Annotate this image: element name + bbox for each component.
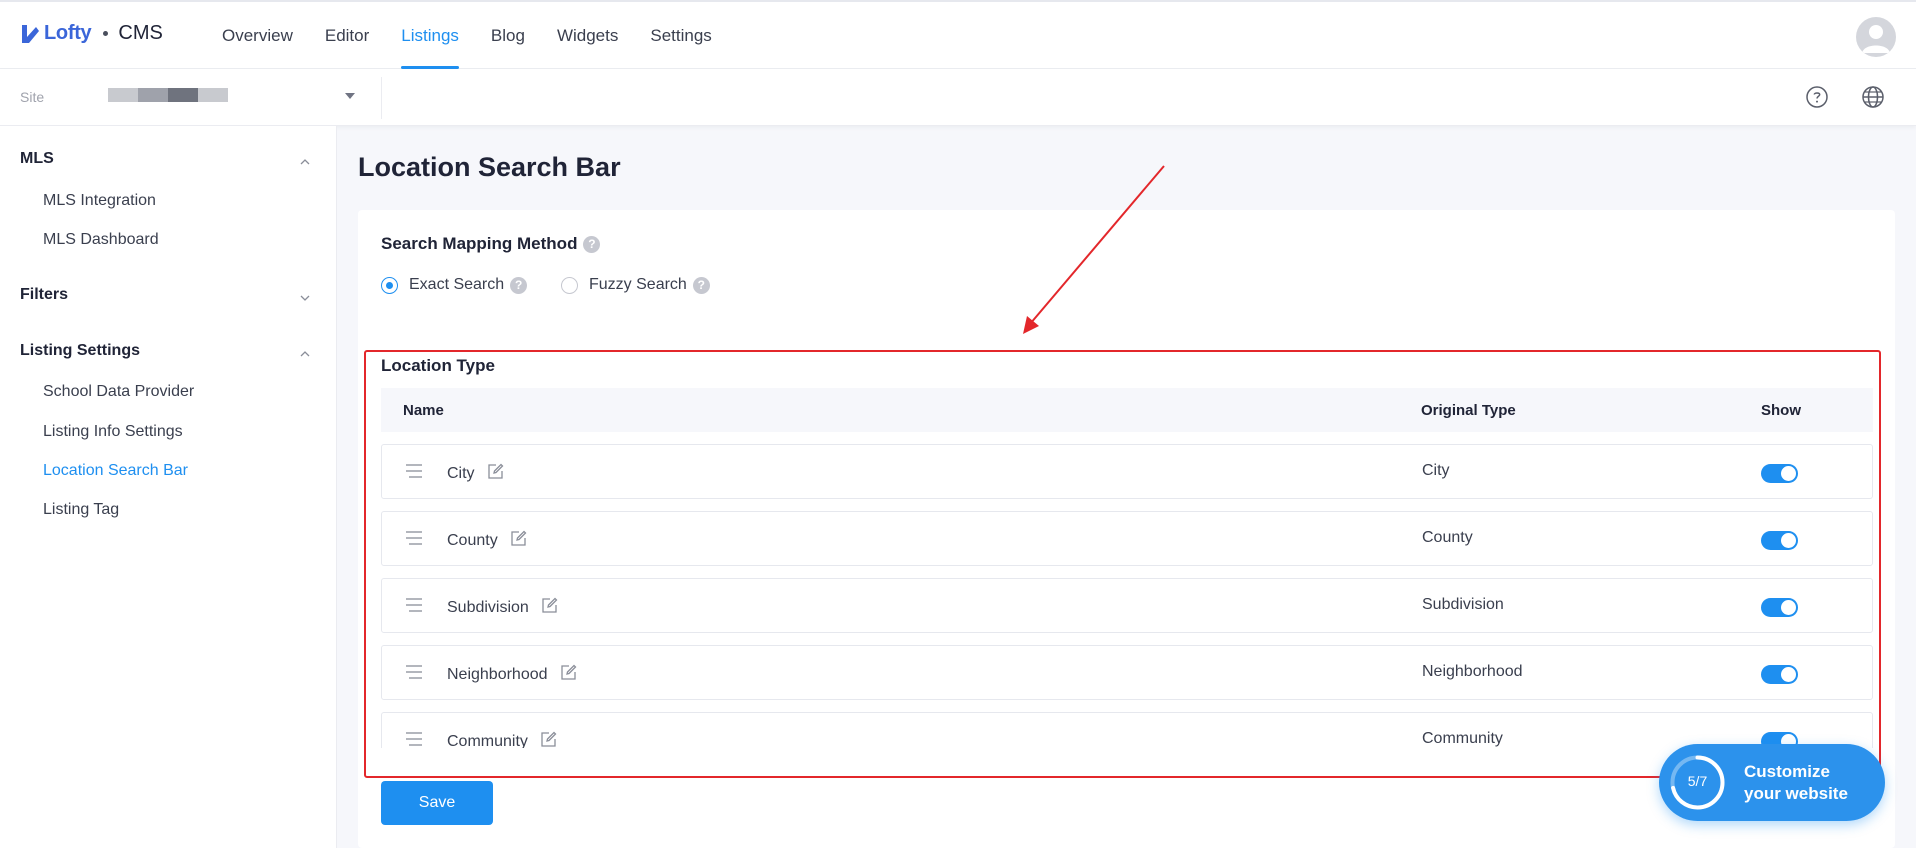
drag-handle-icon[interactable] — [406, 598, 422, 612]
chevron-down-icon[interactable] — [300, 290, 310, 301]
search-mapping-method-text: Search Mapping Method — [381, 234, 578, 253]
edit-icon[interactable] — [510, 530, 527, 547]
fuzzy-search-label: Fuzzy Search — [589, 276, 687, 293]
row-name-cell: Subdivision — [447, 597, 558, 617]
row-name-text: Community — [447, 733, 528, 748]
drag-handle-icon[interactable] — [406, 732, 422, 746]
help-icon[interactable] — [1805, 85, 1829, 109]
row-name-cell: Neighborhood — [447, 664, 577, 684]
site-divider — [381, 77, 382, 119]
tab-listings[interactable]: Listings — [385, 2, 475, 69]
save-button[interactable]: Save — [381, 781, 493, 825]
location-table-body[interactable]: City City County County Subdivision Subd… — [381, 432, 1873, 748]
table-row[interactable]: County County — [381, 511, 1873, 566]
product-name: CMS — [118, 22, 163, 44]
sidebar-item-school-data-provider[interactable]: School Data Provider — [43, 383, 194, 401]
row-original-type: Subdivision — [1422, 596, 1504, 613]
edit-icon[interactable] — [487, 463, 504, 480]
location-table-header: Name Original Type Show — [381, 388, 1873, 432]
top-navigation: Lofty CMS Overview Editor Listings Blog … — [0, 0, 1916, 69]
logo-text: Lofty — [44, 22, 92, 44]
table-row[interactable]: Community Community — [381, 712, 1873, 748]
edit-icon[interactable] — [541, 597, 558, 614]
table-row[interactable]: City City — [381, 444, 1873, 499]
site-label: Site — [20, 89, 45, 105]
location-type-label: Location Type — [381, 356, 495, 375]
lofty-logo-icon — [20, 23, 40, 45]
drag-handle-icon[interactable] — [406, 531, 422, 545]
edit-icon[interactable] — [560, 664, 577, 681]
row-name-cell: Community — [447, 731, 557, 748]
logo-separator — [103, 31, 109, 36]
radio-button-unchecked[interactable] — [561, 276, 578, 294]
tab-overview[interactable]: Overview — [206, 2, 309, 69]
question-mark-icon[interactable]: ? — [510, 276, 528, 294]
column-header-name: Name — [403, 402, 444, 419]
sidebar: MLS MLS Integration MLS Dashboard Filter… — [0, 126, 337, 848]
show-toggle[interactable] — [1761, 665, 1798, 684]
show-toggle[interactable] — [1761, 464, 1798, 483]
sidebar-item-mls-dashboard[interactable]: MLS Dashboard — [43, 231, 159, 249]
sidebar-item-location-search-bar[interactable]: Location Search Bar — [43, 462, 188, 480]
radio-exact-search[interactable]: Exact Search? — [381, 276, 528, 294]
column-header-show: Show — [1761, 402, 1801, 419]
sidebar-item-listing-info-settings[interactable]: Listing Info Settings — [43, 423, 183, 441]
site-selector-bar: Site — [0, 69, 1916, 126]
drag-handle-icon[interactable] — [406, 464, 422, 478]
nav-tabs: Overview Editor Listings Blog Widgets Se… — [206, 2, 728, 69]
sidebar-group-listing-settings[interactable]: Listing Settings — [20, 342, 140, 360]
tab-widgets[interactable]: Widgets — [541, 2, 634, 69]
customize-label-line2: your website — [1744, 784, 1848, 803]
show-toggle[interactable] — [1761, 531, 1798, 550]
exact-search-label: Exact Search — [409, 276, 505, 293]
edit-icon[interactable] — [540, 731, 557, 748]
page-title: Location Search Bar — [358, 152, 621, 182]
row-name-cell: City — [447, 463, 504, 483]
row-name-text: County — [447, 532, 498, 549]
tab-editor[interactable]: Editor — [309, 2, 385, 69]
sidebar-group-filters[interactable]: Filters — [20, 286, 68, 304]
tab-blog[interactable]: Blog — [475, 2, 541, 69]
sidebar-item-listing-tag[interactable]: Listing Tag — [43, 501, 119, 519]
row-name-text: Neighborhood — [447, 666, 548, 683]
radio-fuzzy-search[interactable]: Fuzzy Search? — [561, 276, 710, 294]
site-selector-value[interactable] — [108, 88, 228, 102]
search-mapping-method-label: Search Mapping Method? — [381, 234, 601, 254]
table-row[interactable]: Neighborhood Neighborhood — [381, 645, 1873, 700]
customize-website-button[interactable]: 5/7 Customize your website — [1659, 744, 1885, 821]
sidebar-group-mls[interactable]: MLS — [20, 150, 54, 168]
chevron-up-icon[interactable] — [300, 154, 310, 165]
user-avatar[interactable] — [1856, 17, 1896, 57]
row-name-text: Subdivision — [447, 599, 529, 616]
row-original-type: City — [1422, 462, 1450, 479]
show-toggle[interactable] — [1761, 598, 1798, 617]
drag-handle-icon[interactable] — [406, 665, 422, 679]
question-mark-icon[interactable]: ? — [583, 236, 601, 254]
row-original-type: Neighborhood — [1422, 663, 1523, 680]
row-name-cell: County — [447, 530, 527, 550]
sidebar-item-mls-integration[interactable]: MLS Integration — [43, 192, 156, 210]
logo[interactable]: Lofty CMS — [20, 22, 163, 45]
row-original-type: County — [1422, 529, 1473, 546]
customize-label-line1: Customize — [1744, 762, 1830, 781]
question-mark-icon[interactable]: ? — [692, 276, 710, 294]
column-header-original-type: Original Type — [1421, 402, 1516, 419]
globe-icon[interactable] — [1861, 85, 1885, 109]
progress-count: 5/7 — [1687, 773, 1708, 789]
site-dropdown-caret-icon[interactable] — [345, 93, 355, 99]
radio-button-checked[interactable] — [381, 276, 398, 294]
tab-settings[interactable]: Settings — [634, 2, 727, 69]
row-name-text: City — [447, 465, 475, 482]
table-row[interactable]: Subdivision Subdivision — [381, 578, 1873, 633]
chevron-up-icon[interactable] — [300, 346, 310, 357]
row-original-type: Community — [1422, 730, 1503, 747]
